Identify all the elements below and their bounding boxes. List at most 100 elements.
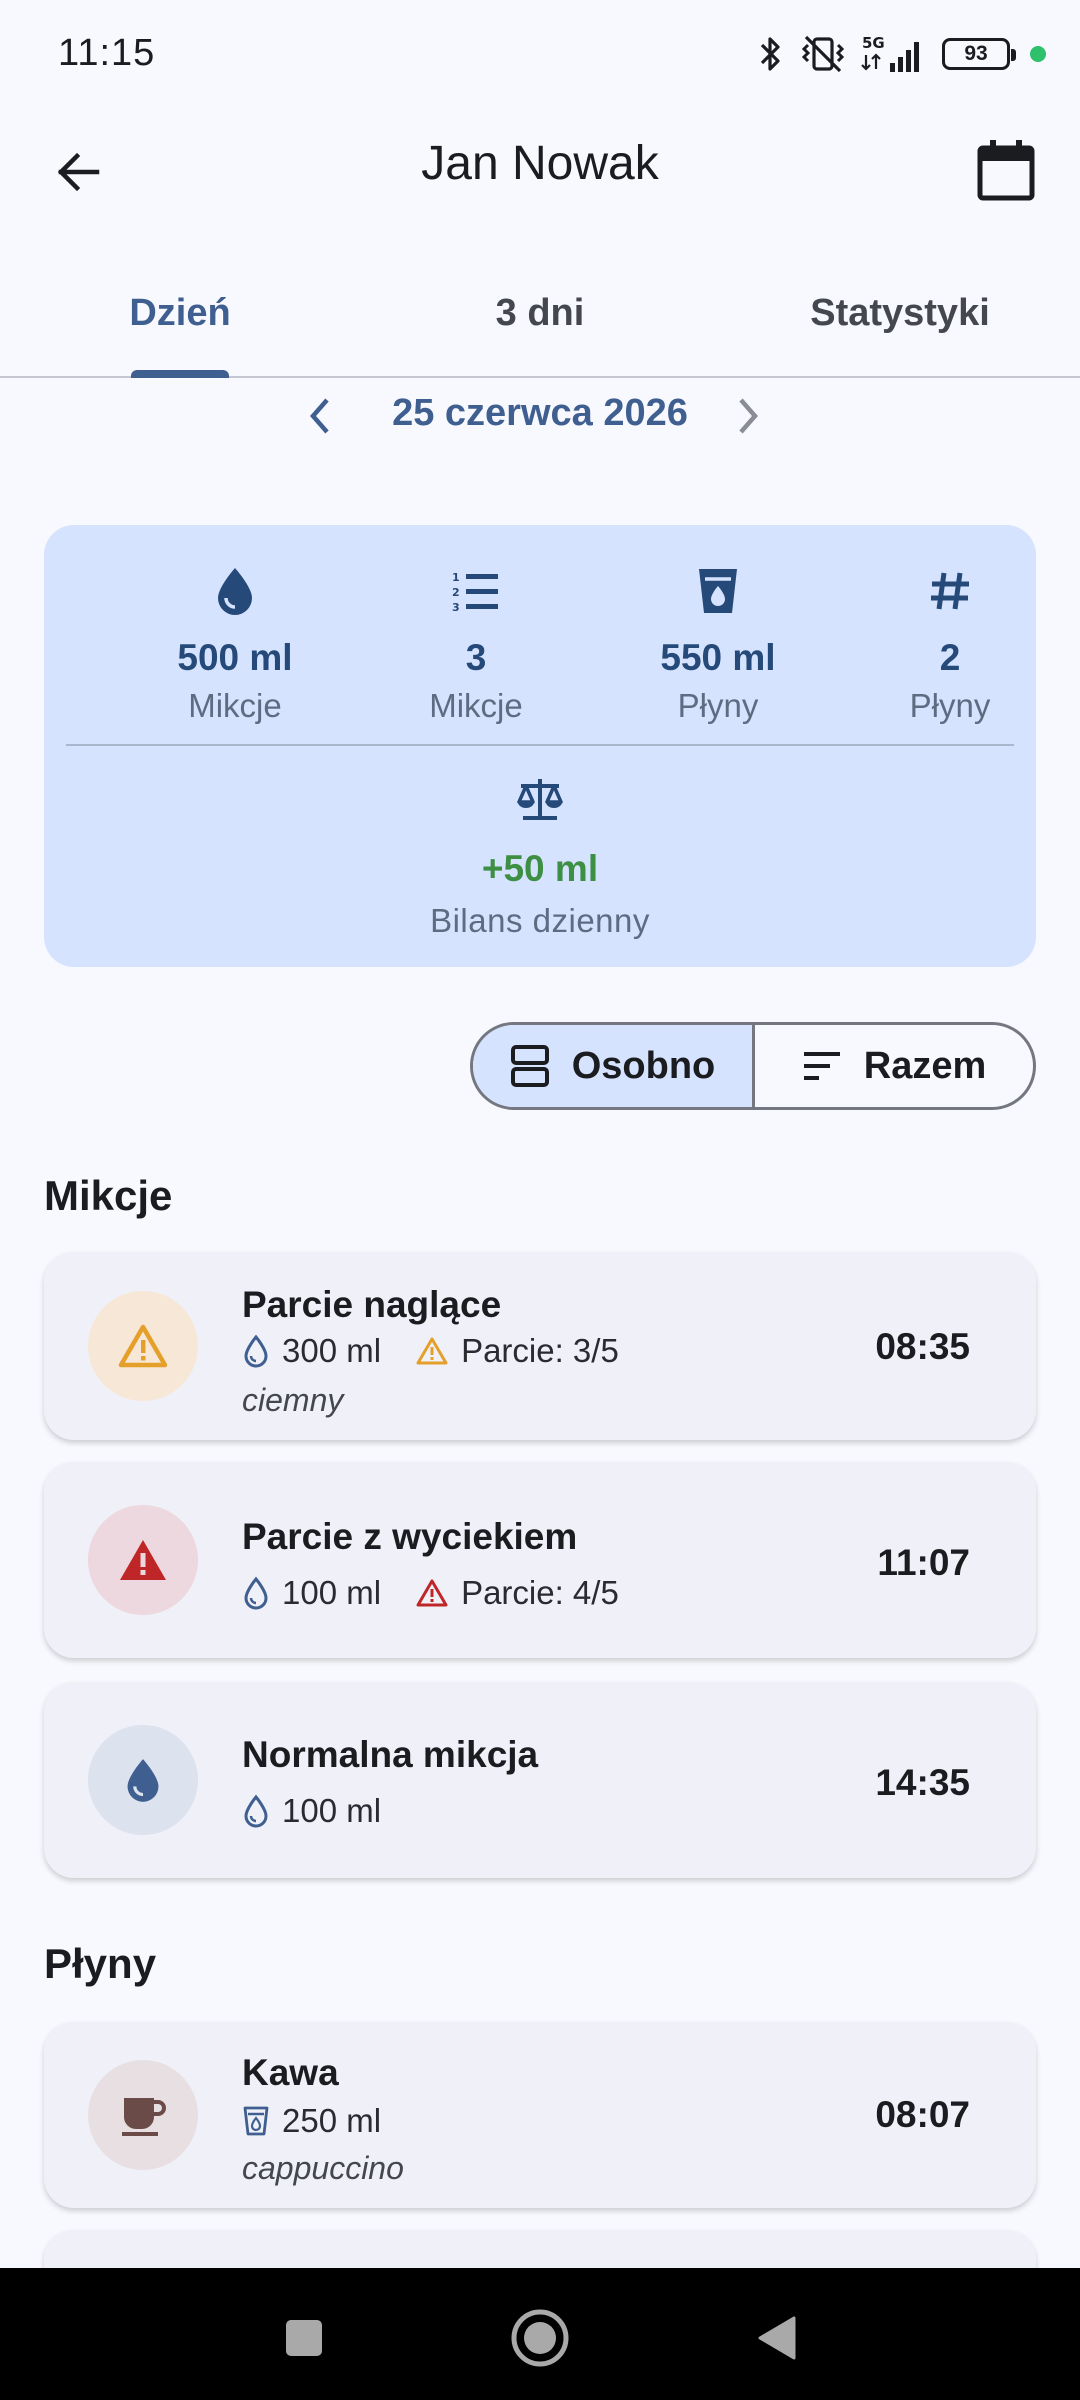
stat-label: Płyny [909, 687, 991, 724]
entry-volume: 100 ml [282, 1574, 382, 1611]
svg-text:2: 2 [452, 586, 460, 599]
toggle-combined-label: Razem [863, 1044, 987, 1087]
entry-title: Parcie naglące [242, 1284, 502, 1325]
droplet-outline-icon [244, 1794, 268, 1828]
scale-icon [517, 779, 563, 820]
network-label: 5G [862, 34, 885, 52]
vibrate-off-icon [801, 35, 845, 73]
page-title: Jan Nowak [421, 137, 659, 190]
battery-icon: 93 [942, 38, 1016, 70]
stat-void-volume: 500 ml Mikcje [125, 561, 345, 725]
warning-icon [118, 1324, 168, 1368]
triangle-back-icon [758, 2316, 796, 2360]
tab-indicator [131, 370, 229, 378]
calendar-button[interactable] [966, 130, 1046, 210]
summary-divider [66, 744, 1014, 746]
chevron-right-icon [739, 398, 758, 434]
entry-avatar [88, 1505, 198, 1615]
entry-volume: 100 ml [282, 1792, 382, 1829]
stat-value: 3 [465, 637, 487, 678]
date-navigator: 25 czerwca 2026 [0, 380, 1080, 450]
tab-3-days[interactable]: 3 dni [360, 250, 720, 376]
stat-value: 550 ml [660, 637, 776, 678]
stat-void-count: 1 2 3 3 Mikcje [366, 561, 586, 725]
void-entry[interactable]: Parcie naglące 300 ml Parcie: 3/5 ciemny… [44, 1252, 1036, 1440]
stat-value: 500 ml [177, 637, 293, 678]
entry-title: Parcie z wyciekiem [242, 1516, 578, 1557]
entry-urgency: Parcie: 4/5 [461, 1574, 619, 1611]
square-icon [286, 2320, 322, 2356]
droplet-outline-icon [244, 1334, 268, 1368]
warning-small-icon [416, 1337, 448, 1365]
entry-title: Kawa [242, 2052, 339, 2093]
split-view-icon [510, 1045, 549, 1087]
entry-avatar [88, 1291, 198, 1401]
status-bar: 11:15 5G 93 [0, 0, 1080, 108]
home-circle-icon [511, 2309, 569, 2367]
bluetooth-icon [760, 37, 780, 71]
cup-outline-icon [243, 2106, 269, 2136]
entry-volume: 250 ml [282, 2102, 382, 2139]
toggle-combined[interactable]: Razem [755, 1025, 1033, 1107]
screen: 11:15 5G 93 Jan Nowak Dzień 3 dni Statys… [0, 0, 1080, 2400]
stat-label: Płyny [677, 687, 759, 724]
entry-time: 08:07 [875, 2094, 970, 2135]
calendar-icon [977, 140, 1035, 201]
entry-avatar [88, 1725, 198, 1835]
numbered-list-icon: 1 2 3 [452, 571, 498, 613]
tab-day[interactable]: Dzień [0, 250, 360, 376]
next-day-button[interactable] [718, 388, 778, 444]
entry-meta: 100 ml Parcie: 4/5 [242, 1574, 653, 1612]
system-navigation-bar [0, 2268, 1080, 2400]
back-nav-button[interactable] [736, 2298, 816, 2378]
entry-time: 08:35 [875, 1326, 970, 1367]
status-time: 11:15 [58, 32, 156, 74]
entry-title: Normalna mikcja [242, 1734, 539, 1775]
tab-statistics[interactable]: Statystyki [720, 250, 1080, 376]
privacy-dot-icon [1030, 46, 1046, 62]
alert-filled-icon [120, 1540, 166, 1580]
section-title-voids: Mikcje [44, 1172, 173, 1219]
daily-balance: +50 ml Bilans dzienny [44, 770, 1036, 940]
balance-label: Bilans dzienny [430, 902, 650, 939]
void-entry[interactable]: Normalna mikcja 100 ml 14:35 [44, 1682, 1036, 1878]
entry-volume: 300 ml [282, 1332, 382, 1369]
toggle-separate[interactable]: Osobno [473, 1025, 755, 1107]
entry-time: 11:07 [877, 1542, 970, 1583]
signal-5g-icon: 5G [861, 34, 919, 72]
stat-label: Mikcje [188, 687, 282, 724]
section-title-fluids: Płyny [44, 1940, 157, 1987]
balance-value: +50 ml [481, 848, 599, 889]
daily-summary-card: 500 ml Mikcje 1 2 3 3 Mikcje 550 ml Płyn… [44, 525, 1036, 967]
stat-fluid-volume: 550 ml Płyny [608, 561, 828, 725]
status-icons: 5G 93 [756, 30, 1046, 78]
stat-fluid-count: 2 Płyny [840, 561, 1060, 725]
fluid-entry[interactable]: Kawa 250 ml cappuccino 08:07 [44, 2022, 1036, 2208]
view-mode-toggle: Osobno Razem [470, 1022, 1036, 1110]
app-bar: Jan Nowak [0, 108, 1080, 228]
svg-text:1: 1 [452, 571, 460, 584]
coffee-cup-icon [122, 2098, 166, 2136]
entry-note: cappuccino [242, 2150, 404, 2186]
entry-note: ciemny [242, 1382, 344, 1418]
sort-lines-icon [803, 1052, 840, 1080]
current-date: 25 czerwca 2026 [392, 392, 688, 434]
stat-label: Mikcje [429, 687, 523, 724]
entry-time: 14:35 [875, 1762, 970, 1803]
home-button[interactable] [500, 2298, 580, 2378]
toggle-separate-label: Osobno [571, 1044, 716, 1087]
alert-small-icon [416, 1579, 448, 1607]
entry-meta: 300 ml Parcie: 3/5 [242, 1332, 653, 1370]
stat-value: 2 [939, 637, 961, 678]
svg-text:3: 3 [452, 601, 460, 613]
droplet-icon [127, 1759, 159, 1802]
entry-meta: 100 ml [242, 1792, 415, 1830]
tab-bar: Dzień 3 dni Statystyki [0, 250, 1080, 378]
void-entry[interactable]: Parcie z wyciekiem 100 ml Parcie: 4/5 11… [44, 1462, 1036, 1658]
entry-avatar [88, 2060, 198, 2170]
entry-urgency: Parcie: 3/5 [461, 1332, 619, 1369]
recents-button[interactable] [264, 2298, 344, 2378]
entry-meta: 250 ml [242, 2102, 415, 2140]
droplet-outline-icon [244, 1576, 268, 1610]
droplet-icon [218, 568, 252, 615]
